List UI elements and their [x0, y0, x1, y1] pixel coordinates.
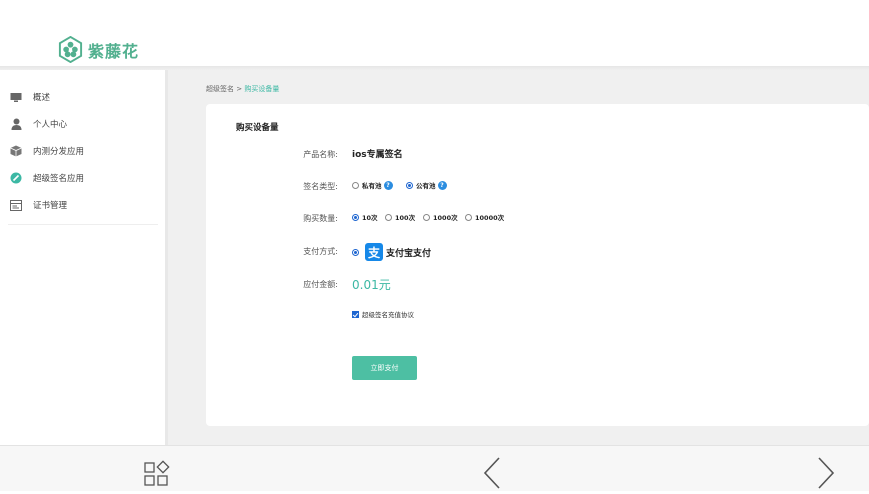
radio-button[interactable] [352, 248, 359, 256]
payment-label: 支付方式: [303, 247, 338, 256]
forward-chevron-icon[interactable] [815, 456, 837, 494]
option-label: 100次 [395, 214, 416, 222]
agreement-link[interactable]: 超级签名充值协议 [362, 309, 414, 319]
sign-type-label: 签名类型: [303, 182, 338, 191]
card-title: 购买设备量 [236, 123, 279, 133]
apps-grid-icon[interactable] [144, 460, 172, 492]
quantity-100-radio[interactable]: 100次 [385, 212, 415, 222]
product-value: ios专属签名 [352, 150, 403, 160]
quantity-10000-radio[interactable]: 10000次 [465, 212, 504, 222]
checkbox[interactable] [352, 310, 359, 318]
sidebar-item-label: 概述 [33, 93, 51, 103]
breadcrumb-parent[interactable]: 超级签名 [206, 85, 234, 93]
sidebar-item-label: 超级签名应用 [33, 174, 85, 184]
top-header: 紫藤花 [0, 0, 869, 67]
sign-type-public-radio[interactable]: 公有池 ? [406, 180, 447, 190]
monitor-icon [10, 91, 22, 103]
radio-button[interactable] [423, 213, 430, 221]
option-label: 10次 [362, 214, 378, 222]
option-label: 1000次 [433, 214, 458, 222]
flower-logo-icon [58, 36, 83, 63]
user-icon [10, 118, 22, 130]
agreement-checkbox[interactable]: 超级签名充值协议 [352, 309, 414, 319]
certificate-icon [10, 199, 22, 211]
sidebar-item-profile[interactable]: 个人中心 [0, 115, 165, 133]
quantity-label: 购买数量: [303, 214, 338, 223]
breadcrumb-separator: > [234, 85, 245, 93]
edit-icon [10, 172, 22, 184]
payment-method-name: 支付宝支付 [386, 248, 432, 259]
amount-value: 0.01元 [352, 278, 391, 292]
option-label: 公有池 [416, 182, 436, 190]
bottom-nav-bar [0, 445, 869, 491]
sign-type-private-radio[interactable]: 私有池 ? [352, 180, 393, 190]
sidebar-item-overview[interactable]: 概述 [0, 88, 165, 106]
help-icon[interactable]: ? [383, 180, 393, 190]
radio-button[interactable] [352, 181, 359, 189]
sidebar-separator [8, 224, 158, 225]
sidebar-item-certificates[interactable]: 证书管理 [0, 196, 165, 214]
sidebar-item-super-sign[interactable]: 超级签名应用 [0, 169, 165, 187]
pay-now-button[interactable]: 立即支付 [352, 356, 417, 380]
product-label: 产品名称: [303, 150, 338, 159]
radio-button[interactable] [406, 181, 413, 189]
brand-logo[interactable]: 紫藤花 [57, 36, 139, 63]
alipay-icon: 支 [365, 243, 383, 261]
amount-label: 应付金额: [303, 280, 338, 289]
quantity-1000-radio[interactable]: 1000次 [423, 212, 458, 222]
back-chevron-icon[interactable] [481, 456, 503, 494]
option-label: 私有池 [362, 182, 382, 190]
sidebar-item-label: 证书管理 [33, 201, 68, 211]
option-label: 10000次 [475, 214, 505, 222]
sidebar-item-label: 个人中心 [33, 120, 68, 130]
help-icon[interactable]: ? [437, 180, 447, 190]
breadcrumb-current: 购买设备量 [244, 85, 280, 93]
breadcrumb: 超级签名 > 购买设备量 [206, 84, 279, 94]
sidebar-item-beta-apps[interactable]: 内测分发应用 [0, 142, 165, 160]
sidebar-item-label: 内测分发应用 [33, 147, 85, 157]
quantity-10-radio[interactable]: 10次 [352, 212, 378, 222]
box-icon [10, 145, 22, 157]
payment-alipay-option[interactable]: 支 支付宝支付 [352, 243, 431, 261]
brand-name: 紫藤花 [88, 41, 140, 61]
radio-button[interactable] [352, 213, 359, 221]
radio-button[interactable] [385, 213, 392, 221]
radio-button[interactable] [465, 213, 472, 221]
